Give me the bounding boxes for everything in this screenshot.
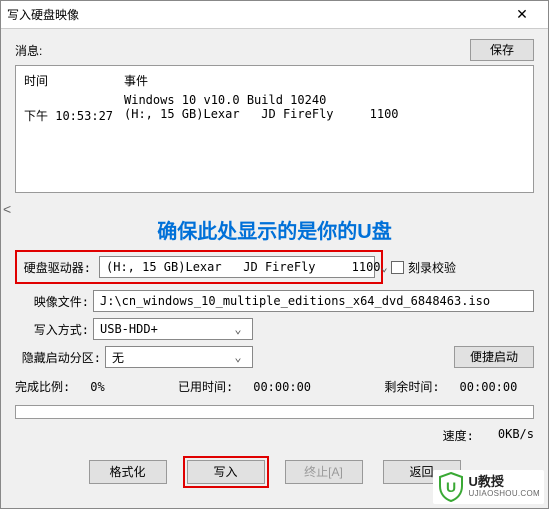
speed-row: 速度: 0KB/s [15, 427, 534, 444]
hidden-part-value: 无 [112, 349, 230, 366]
shield-icon: U [437, 472, 465, 502]
speed-value: 0KB/s [498, 427, 534, 444]
content-area: 消息: 保存 时间 事件 Windows 10 v10.0 Build 1024… [1, 29, 548, 496]
close-button[interactable]: ✕ [502, 2, 542, 28]
complete-label: 完成比例: [15, 378, 70, 395]
scroll-left-icon[interactable]: < [3, 201, 11, 217]
format-button[interactable]: 格式化 [89, 460, 167, 484]
log-time-header: 时间 [24, 72, 124, 89]
log-event-header: 事件 [124, 72, 525, 89]
save-button[interactable]: 保存 [470, 39, 534, 61]
elapsed-value: 00:00:00 [253, 380, 311, 394]
progress-bar [15, 405, 534, 419]
drive-highlight-box: 硬盘驱动器: (H:, 15 GB)Lexar JD FireFly 1100 … [15, 250, 383, 284]
drive-row: 硬盘驱动器: (H:, 15 GB)Lexar JD FireFly 1100 … [15, 250, 534, 284]
image-file-row: 映像文件: J:\cn_windows_10_multiple_editions… [15, 290, 534, 312]
log-header: 时间 事件 [24, 72, 525, 89]
write-mode-label: 写入方式: [15, 321, 93, 338]
watermark: U U教授 UJIAOSHOU.COM [433, 470, 544, 504]
dialog-window: 写入硬盘映像 ✕ 消息: 保存 时间 事件 Windows 10 v10.0 B… [0, 0, 549, 509]
svg-text:U: U [445, 479, 455, 495]
titlebar: 写入硬盘映像 ✕ [1, 1, 548, 29]
remain-label: 剩余时间: [384, 378, 439, 395]
write-button[interactable]: 写入 [187, 460, 265, 484]
image-file-value: J:\cn_windows_10_multiple_editions_x64_d… [100, 294, 490, 308]
window-title: 写入硬盘映像 [7, 6, 502, 23]
log-time: 下午 10:53:27 [24, 107, 124, 124]
log-row: 下午 10:53:27 (H:, 15 GB)Lexar JD FireFly … [24, 107, 525, 124]
log-box: 时间 事件 Windows 10 v10.0 Build 10240 下午 10… [15, 65, 534, 193]
speed-label: 速度: [443, 427, 474, 444]
elapsed-label: 已用时间: [178, 378, 233, 395]
abort-button: 终止[A] [285, 460, 363, 484]
hidden-part-row: 隐藏启动分区: 无 ⌄ 便捷启动 [15, 346, 534, 368]
drive-dropdown[interactable]: (H:, 15 GB)Lexar JD FireFly 1100 ⌄ [99, 256, 375, 278]
annotation-text: 确保此处显示的是你的U盘 [15, 215, 534, 244]
watermark-cn: U教授 [469, 475, 540, 489]
hidden-part-dropdown[interactable]: 无 ⌄ [105, 346, 253, 368]
chevron-down-icon: ⌄ [381, 260, 388, 274]
image-file-input[interactable]: J:\cn_windows_10_multiple_editions_x64_d… [93, 290, 534, 312]
progress-row: 完成比例: 0% 已用时间: 00:00:00 剩余时间: 00:00:00 [15, 378, 534, 395]
watermark-en: UJIAOSHOU.COM [469, 490, 540, 499]
log-event: (H:, 15 GB)Lexar JD FireFly 1100 [124, 107, 525, 124]
hidden-part-label: 隐藏启动分区: [15, 349, 105, 366]
verify-checkbox[interactable]: 刻录校验 [391, 259, 456, 276]
log-row: Windows 10 v10.0 Build 10240 [24, 93, 525, 107]
drive-value: (H:, 15 GB)Lexar JD FireFly 1100 [106, 260, 381, 274]
watermark-text: U教授 UJIAOSHOU.COM [469, 475, 540, 498]
complete-value: 0% [90, 380, 104, 394]
log-event: Windows 10 v10.0 Build 10240 [124, 93, 525, 107]
write-mode-dropdown[interactable]: USB-HDD+ ⌄ [93, 318, 253, 340]
write-mode-row: 写入方式: USB-HDD+ ⌄ [15, 318, 534, 340]
quick-boot-button[interactable]: 便捷启动 [454, 346, 534, 368]
remain-value: 00:00:00 [460, 380, 518, 394]
drive-label: 硬盘驱动器: [23, 259, 95, 276]
info-row: 消息: 保存 [15, 39, 534, 61]
write-mode-value: USB-HDD+ [100, 322, 230, 336]
verify-label: 刻录校验 [408, 259, 456, 276]
image-file-label: 映像文件: [15, 293, 93, 310]
chevron-down-icon: ⌄ [230, 322, 246, 336]
checkbox-box [391, 261, 404, 274]
chevron-down-icon: ⌄ [230, 350, 246, 364]
log-time [24, 93, 124, 107]
info-label: 消息: [15, 42, 65, 59]
